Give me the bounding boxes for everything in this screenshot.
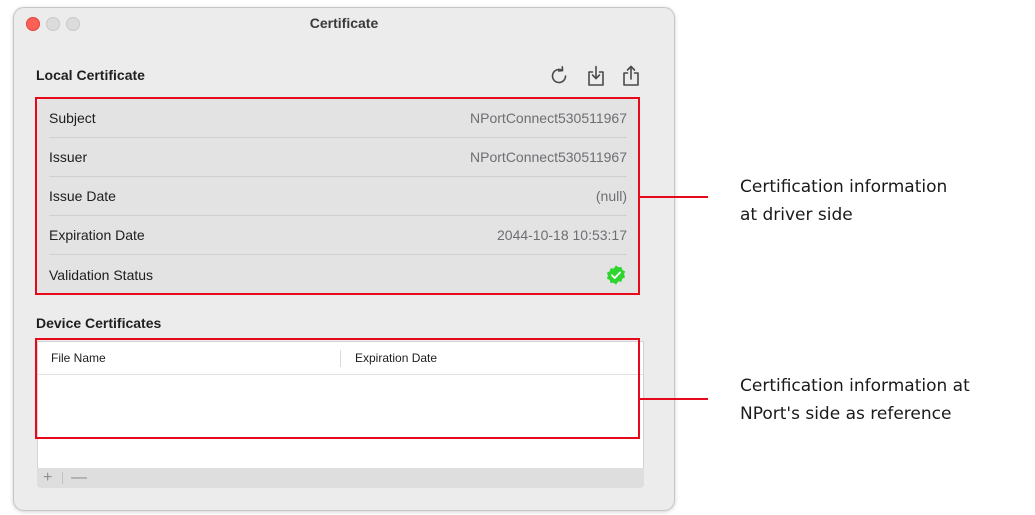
window-close-button[interactable] (26, 17, 40, 31)
window-title: Certificate (309, 15, 379, 31)
nport-side-highlight (35, 338, 640, 439)
device-certificates-title: Device Certificates (36, 315, 162, 331)
window-titlebar: Certificate (14, 8, 674, 38)
nport-side-annotation: Certification information at NPort's sid… (740, 372, 970, 428)
driver-side-annotation-line-1: Certification information (740, 177, 948, 197)
download-icon[interactable] (584, 64, 608, 88)
add-remove-bar: + — (37, 468, 644, 488)
nport-side-annotation-line-2: NPort's side as reference (740, 404, 952, 424)
window-minimize-button[interactable] (46, 17, 60, 31)
add-remove-separator (62, 472, 63, 484)
driver-side-connector (640, 196, 708, 198)
driver-side-annotation-line-2: at driver side (740, 205, 853, 225)
refresh-icon[interactable] (547, 64, 571, 88)
window-zoom-button[interactable] (66, 17, 80, 31)
nport-side-connector (640, 398, 708, 400)
share-icon[interactable] (619, 64, 643, 88)
remove-certificate-button[interactable]: — (71, 468, 87, 488)
driver-side-annotation: Certification information at driver side (740, 173, 947, 229)
local-certificate-title: Local Certificate (36, 67, 145, 83)
add-certificate-button[interactable]: + (43, 468, 52, 488)
nport-side-annotation-line-1: Certification information at (740, 376, 970, 396)
driver-side-highlight (35, 97, 640, 295)
